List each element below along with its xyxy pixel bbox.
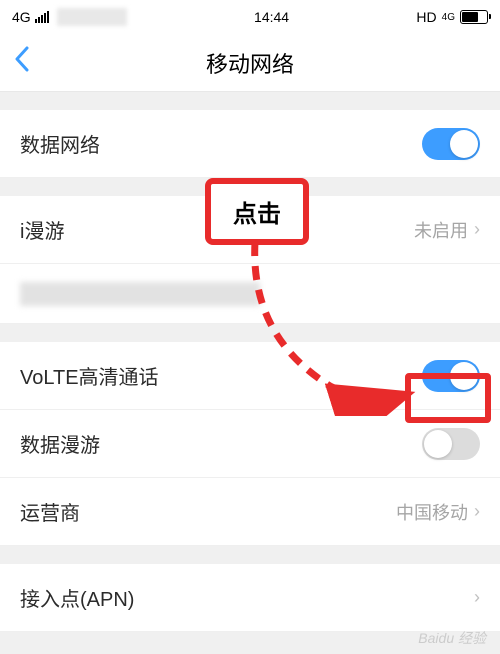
row-label: 接入点(APN) — [20, 583, 134, 612]
row-data-roaming[interactable]: 数据漫游 — [0, 410, 500, 478]
data-roaming-toggle[interactable] — [422, 428, 480, 460]
data-network-toggle[interactable] — [422, 128, 480, 160]
status-bar: 4G 14:44 HD 4G — [0, 0, 500, 34]
row-hidden — [0, 264, 500, 324]
data-label: 4G — [442, 12, 455, 23]
battery-icon — [460, 10, 488, 24]
row-volte[interactable]: VoLTE高清通话 — [0, 342, 500, 410]
status-left: 4G — [12, 8, 127, 26]
annotation-click-label: 点击 — [205, 178, 309, 245]
row-label: i漫游 — [20, 215, 64, 244]
row-carrier[interactable]: 运营商 中国移动 › — [0, 478, 500, 546]
network-type-label: 4G — [12, 9, 31, 25]
nav-bar: 移动网络 — [0, 34, 500, 92]
chevron-left-icon — [14, 46, 30, 72]
status-time: 14:44 — [254, 9, 289, 25]
chevron-right-icon: › — [474, 219, 480, 240]
volte-toggle[interactable] — [422, 360, 480, 392]
row-value: 中国移动 › — [396, 499, 480, 525]
chevron-right-icon: › — [474, 587, 480, 608]
chevron-right-icon: › — [474, 501, 480, 522]
status-right: HD 4G — [416, 9, 488, 25]
row-value: 未启用 › — [414, 217, 480, 243]
page-title: 移动网络 — [0, 47, 500, 79]
row-label: 运营商 — [20, 497, 80, 526]
watermark: Baidu 经验 — [418, 628, 486, 648]
hd-label: HD — [416, 9, 436, 25]
row-data-network[interactable]: 数据网络 — [0, 110, 500, 178]
row-apn[interactable]: 接入点(APN) › — [0, 564, 500, 632]
row-label: 数据网络 — [20, 129, 100, 158]
row-value: › — [474, 587, 480, 608]
row-label: VoLTE高清通话 — [20, 361, 159, 390]
row-label: 数据漫游 — [20, 429, 100, 458]
carrier-blur — [57, 8, 127, 26]
signal-icon — [35, 11, 49, 23]
back-button[interactable] — [14, 46, 30, 79]
settings-list: 数据网络 i漫游 未启用 › VoLTE高清通话 数据漫游 运营商 中国移动 ›… — [0, 92, 500, 632]
